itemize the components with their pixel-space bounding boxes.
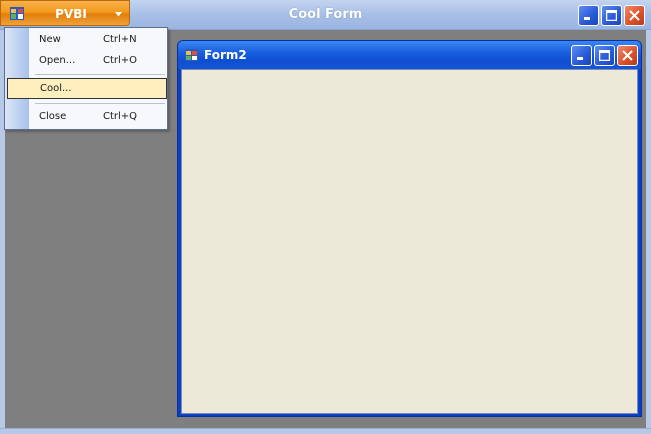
child-titlebar[interactable]: Form2 — [178, 41, 641, 69]
child-window-form2: Form2 — [177, 40, 642, 417]
child-window-title: Form2 — [204, 48, 247, 62]
menu-item-new[interactable]: New Ctrl+N — [5, 30, 167, 50]
menu-item-label: Cool... — [40, 83, 72, 94]
menu-item-open[interactable]: Open... Ctrl+O — [5, 51, 167, 71]
main-window: Cool Form Form2 PVBI New Ctrl+N Open... … — [0, 0, 651, 434]
app-menu-label: PVBI — [55, 7, 87, 21]
app-dropdown-menu: New Ctrl+N Open... Ctrl+O Cool... Close … — [4, 27, 168, 130]
child-maximize-button[interactable] — [594, 45, 615, 66]
window-border-right — [646, 30, 651, 428]
app-icon — [10, 7, 24, 20]
maximize-icon — [606, 10, 617, 21]
maximize-icon — [599, 50, 610, 61]
chevron-down-icon — [115, 12, 122, 17]
menu-item-label: Open... — [39, 55, 76, 66]
maximize-button[interactable] — [601, 5, 622, 26]
app-menu-button[interactable]: PVBI — [0, 0, 130, 26]
close-icon — [629, 10, 640, 21]
menu-separator — [35, 74, 165, 75]
menu-item-shortcut: Ctrl+N — [103, 34, 137, 45]
menu-item-shortcut: Ctrl+Q — [103, 111, 138, 122]
close-button[interactable] — [624, 5, 645, 26]
menu-item-cool[interactable]: Cool... — [7, 78, 167, 99]
menu-item-close[interactable]: Close Ctrl+Q — [5, 107, 167, 127]
close-icon — [622, 50, 633, 61]
form-icon — [185, 49, 198, 61]
minimize-button[interactable] — [578, 5, 599, 26]
menu-item-label: Close — [39, 111, 67, 122]
child-client-area[interactable] — [181, 69, 638, 414]
menu-separator — [35, 103, 165, 104]
child-close-button[interactable] — [617, 45, 638, 66]
child-minimize-button[interactable] — [571, 45, 592, 66]
window-border-bottom — [0, 428, 651, 434]
minimize-icon — [584, 17, 590, 20]
menu-item-label: New — [39, 34, 61, 45]
menu-item-shortcut: Ctrl+O — [103, 55, 138, 66]
minimize-icon — [577, 57, 583, 60]
